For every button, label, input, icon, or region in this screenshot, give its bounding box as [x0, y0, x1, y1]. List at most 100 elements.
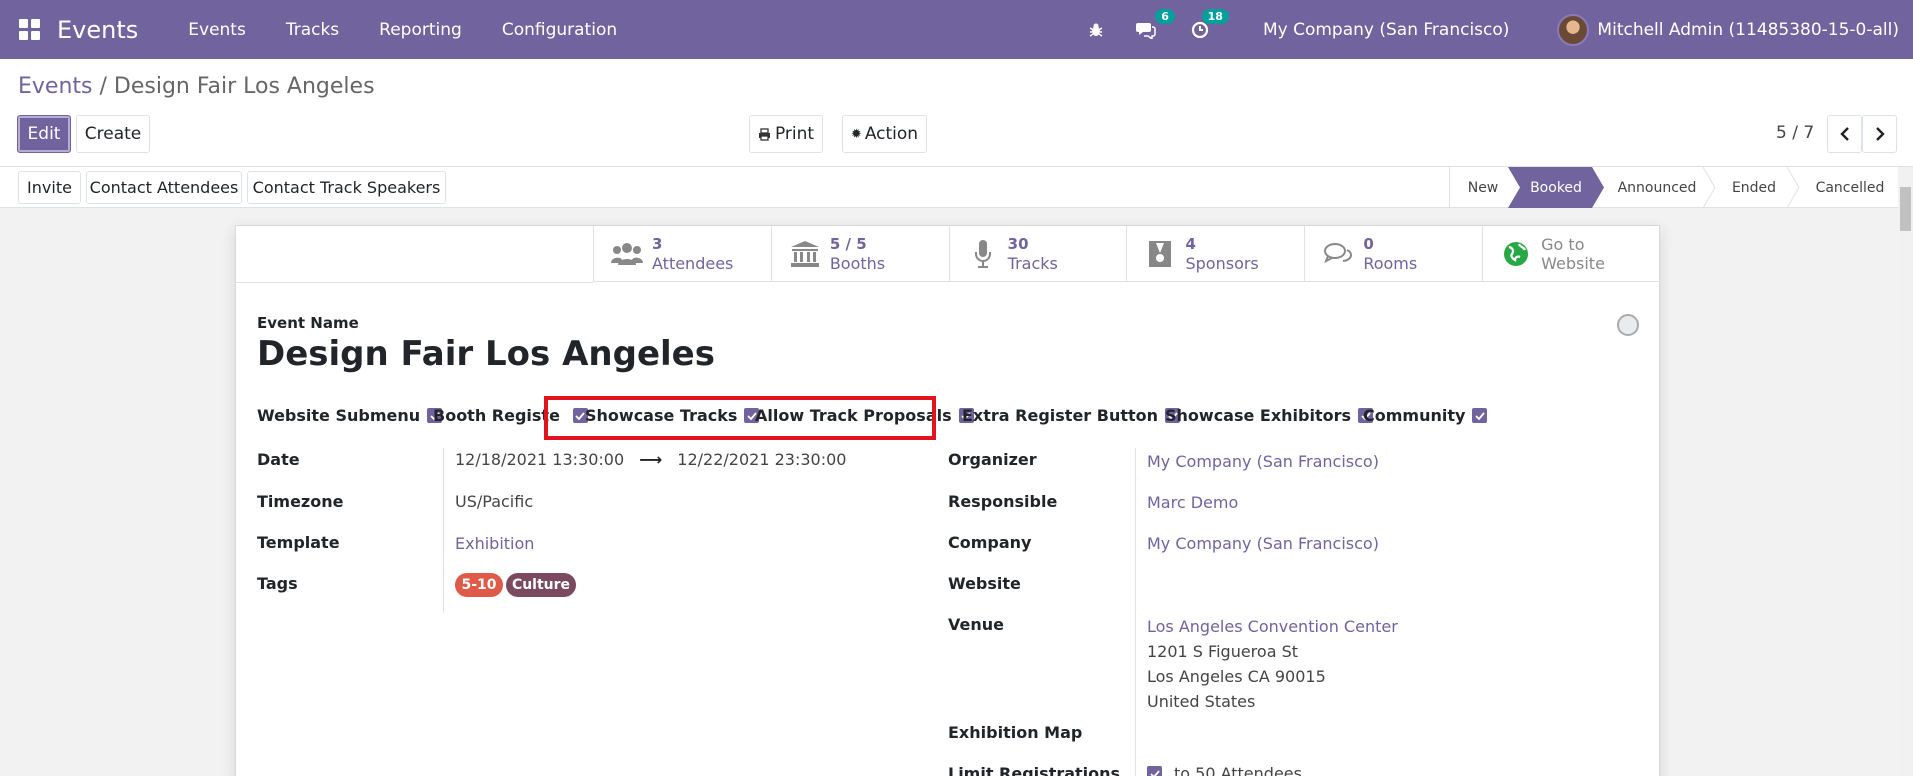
website-label: Website [948, 574, 1021, 593]
venue-label: Venue [948, 615, 1004, 634]
company-label: Company [948, 533, 1032, 552]
main-menu: Events Tracks Reporting Configuration [168, 20, 637, 40]
tag-badge[interactable]: 5-10 [455, 573, 503, 597]
responsible-label: Responsible [948, 492, 1058, 511]
date-label: Date [257, 450, 300, 469]
menu-tracks[interactable]: Tracks [266, 20, 359, 40]
arrow-right-icon: ⟶ [639, 450, 663, 469]
extra-register-button-label: Extra Register Button [962, 406, 1159, 425]
rooms-label: Rooms [1363, 254, 1418, 273]
print-label: Print [774, 124, 815, 144]
sponsors-smart-button[interactable]: 4 Sponsors [1126, 226, 1304, 282]
chevron-right-icon [1875, 127, 1885, 141]
users-icon [610, 241, 644, 267]
breadcrumb-current: Design Fair Los Angeles [113, 74, 375, 99]
edit-button[interactable]: Edit [17, 115, 71, 153]
booths-smart-button[interactable]: 5 / 5 Booths [770, 226, 949, 282]
venue-field[interactable]: Los Angeles Convention Center [1147, 617, 1398, 636]
tag-badge[interactable]: Culture [506, 573, 576, 597]
organizer-field[interactable]: My Company (San Francisco) [1147, 452, 1379, 471]
booths-label: Booths [829, 254, 886, 273]
tracks-label: Tracks [1007, 254, 1058, 273]
print-button[interactable]: Print [749, 115, 823, 153]
menu-events[interactable]: Events [168, 20, 266, 40]
pager-previous-button[interactable] [1827, 115, 1862, 153]
timezone-field[interactable]: US/Pacific [455, 492, 533, 511]
pager-next-button[interactable] [1862, 115, 1897, 153]
invite-button[interactable]: Invite [18, 171, 81, 204]
annotation-highlight [544, 396, 936, 440]
event-name-field[interactable]: Design Fair Los Angeles [257, 334, 715, 374]
checkbox-showcase-exhibitors[interactable]: Showcase Exhibitors [1165, 406, 1374, 425]
rooms-smart-button[interactable]: 0 Rooms [1304, 226, 1482, 282]
stage-booked[interactable]: Booked [1508, 167, 1604, 208]
responsible-field[interactable]: Marc Demo [1147, 493, 1238, 512]
pager-value[interactable]: 5 / 7 [1776, 123, 1814, 143]
chevron-left-icon [1839, 127, 1849, 141]
check-icon[interactable] [1472, 408, 1488, 423]
form-sheet: 3 Attendees 5 / 5 Booths 30 Tracks 4 Sponsor… [235, 225, 1660, 776]
attendees-label: Attendees [652, 254, 734, 273]
go-to-website-smart-button[interactable]: Go to Website [1482, 226, 1660, 282]
contact-attendees-button[interactable]: Contact Attendees [86, 171, 242, 204]
breadcrumb-events-link[interactable]: Events [18, 74, 93, 99]
tracks-smart-button[interactable]: 30 Tracks [948, 226, 1127, 282]
breadcrumb-separator: / [99, 74, 107, 99]
stage-announced[interactable]: Announced [1604, 167, 1710, 208]
exhibition-map-label: Exhibition Map [948, 723, 1083, 742]
messages-badge: 6 [1155, 8, 1175, 24]
checkbox-extra-register-button[interactable]: Extra Register Button [962, 406, 1181, 425]
breadcrumb: Events / Design Fair Los Angeles [18, 74, 375, 99]
limit-value: to 50 Attendees [1174, 764, 1302, 776]
form-statusbar: Invite Contact Attendees Contact Track S… [0, 167, 1913, 208]
check-icon[interactable] [1147, 766, 1162, 776]
booth-register-label: Booth Registe [433, 406, 560, 425]
event-name-label: Event Name [257, 314, 359, 332]
menu-reporting[interactable]: Reporting [359, 20, 482, 40]
user-avatar[interactable] [1557, 13, 1590, 46]
checkbox-website-submenu[interactable]: Website Submenu [257, 406, 443, 425]
create-button[interactable]: Create [76, 115, 150, 153]
user-menu[interactable]: Mitchell Admin (11485380-15-0-all) [1597, 20, 1899, 40]
attendees-count: 3 [652, 235, 663, 253]
showcase-exhibitors-label: Showcase Exhibitors [1165, 406, 1352, 425]
venue-country: United States [1147, 692, 1256, 711]
checkbox-community[interactable]: Community [1363, 406, 1488, 425]
timezone-label: Timezone [257, 492, 344, 511]
contact-track-speakers-button[interactable]: Contact Track Speakers [247, 171, 446, 204]
smart-button-box: 3 Attendees 5 / 5 Booths 30 Tracks 4 Sponsor… [593, 226, 1660, 282]
attendees-smart-button[interactable]: 3 Attendees [593, 226, 771, 282]
booths-count: 5 / 5 [829, 235, 867, 253]
organizer-label: Organizer [948, 450, 1037, 469]
company-switcher[interactable]: My Company (San Francisco) [1263, 20, 1509, 40]
top-navbar: Events Events Tracks Reporting Configura… [0, 0, 1913, 59]
limit-registrations-label: Limit Registrations [948, 764, 1121, 776]
activities-badge: 18 [1201, 8, 1229, 24]
messages-icon[interactable]: 6 [1135, 8, 1175, 41]
gear-icon: ✹ [850, 126, 862, 142]
apps-menu-icon[interactable] [0, 0, 59, 59]
date-range-field[interactable]: 12/18/2021 13:30:00 ⟶ 12/22/2021 23:30:0… [455, 450, 846, 469]
microphone-icon [966, 239, 1000, 269]
date-end: 12/22/2021 23:30:00 [677, 450, 847, 469]
page-scrollbar[interactable] [1898, 167, 1913, 776]
template-field[interactable]: Exhibition [455, 534, 534, 553]
print-icon [758, 127, 770, 141]
community-label: Community [1363, 406, 1466, 425]
company-field[interactable]: My Company (San Francisco) [1147, 534, 1379, 553]
action-label: Action [864, 124, 919, 144]
stage-cancelled[interactable]: Cancelled [1800, 167, 1900, 208]
kanban-state-toggle[interactable] [1617, 314, 1639, 336]
stage-ended[interactable]: Ended [1714, 167, 1794, 208]
navbar-systray: 6 18 My Company (San Francisco) Mitchell… [1075, 0, 1913, 59]
go-to-label: Go to [1541, 235, 1585, 254]
limit-registrations-field[interactable]: to 50 Attendees [1147, 764, 1302, 776]
tracks-count: 30 [1007, 235, 1029, 253]
menu-configuration[interactable]: Configuration [482, 20, 637, 40]
bug-icon[interactable] [1085, 19, 1107, 41]
app-brand[interactable]: Events [57, 16, 138, 44]
stage-new[interactable]: New [1450, 167, 1516, 208]
date-start: 12/18/2021 13:30:00 [455, 450, 625, 469]
action-button[interactable]: ✹ Action [842, 115, 927, 153]
activity-clock-icon[interactable]: 18 [1189, 8, 1229, 41]
